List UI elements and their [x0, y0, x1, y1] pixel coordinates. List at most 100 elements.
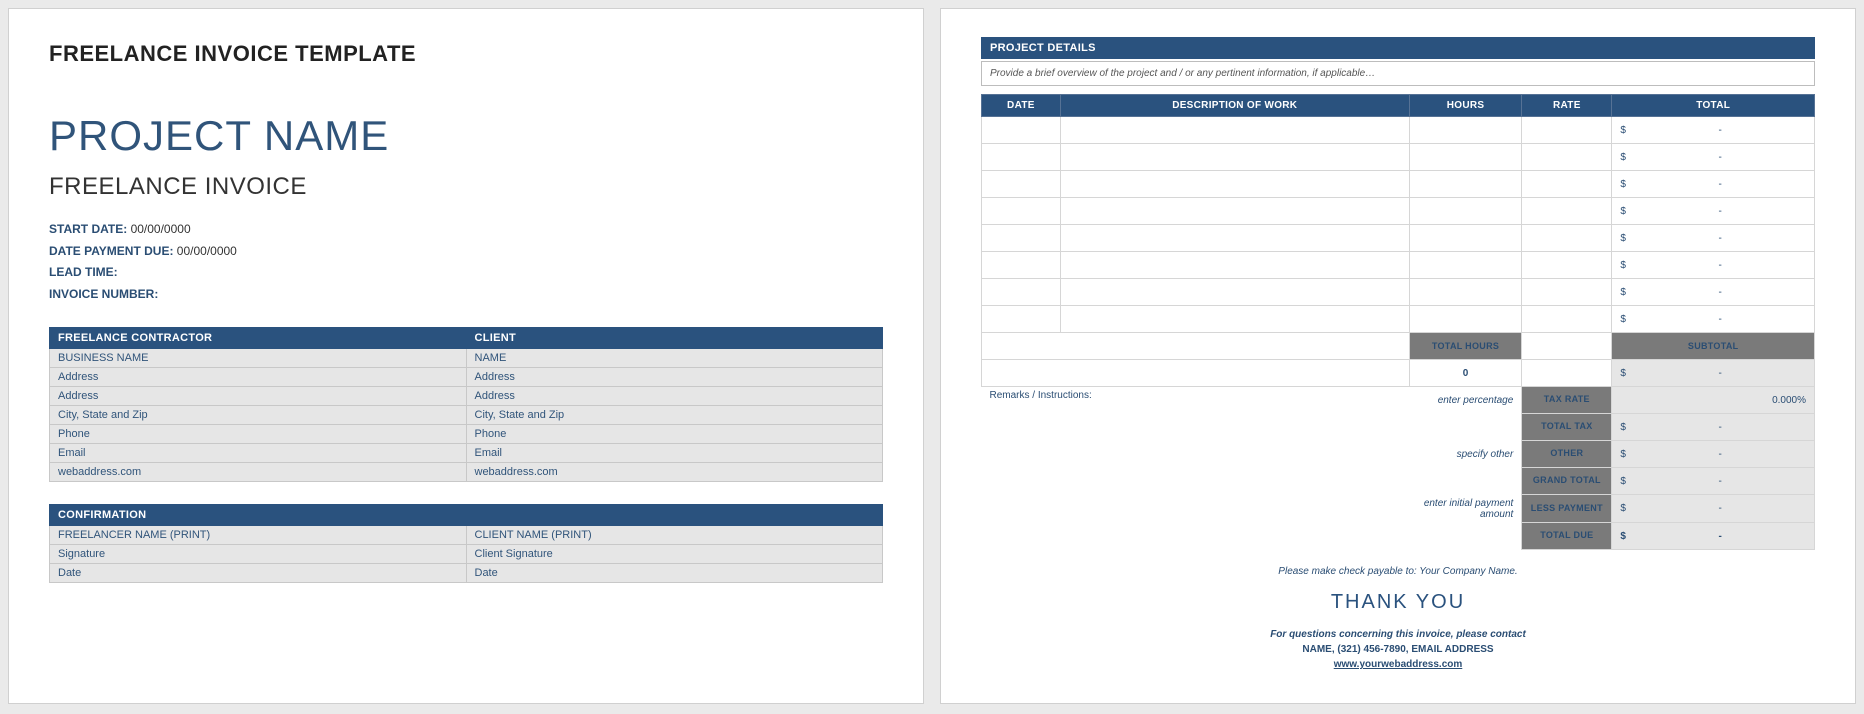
table-cell: Email [466, 444, 883, 463]
table-cell [982, 279, 1061, 306]
table-cell: $- [1612, 306, 1815, 333]
totals-bar-row: TOTAL HOURS SUBTOTAL [982, 333, 1815, 360]
table-row: City, State and ZipCity, State and Zip [50, 406, 883, 425]
table-cell: Signature [50, 545, 467, 564]
parties-table: FREELANCE CONTRACTOR CLIENT BUSINESS NAM… [49, 327, 883, 482]
table-cell [1409, 171, 1522, 198]
col-total: TOTAL [1612, 95, 1815, 117]
table-cell [982, 252, 1061, 279]
other-value: $- [1612, 441, 1815, 468]
col-date: DATE [982, 95, 1061, 117]
table-row: AddressAddress [50, 387, 883, 406]
due-date-value: 00/00/0000 [177, 244, 237, 258]
table-row: $- [982, 306, 1815, 333]
table-cell: BUSINESS NAME [50, 349, 467, 368]
table-cell [1060, 306, 1409, 333]
start-date-label: START DATE: [49, 222, 127, 236]
table-row: FREELANCER NAME (PRINT)CLIENT NAME (PRIN… [50, 526, 883, 545]
table-cell: City, State and Zip [50, 406, 467, 425]
confirmation-table: CONFIRMATION FREELANCER NAME (PRINT)CLIE… [49, 504, 883, 583]
table-row: AddressAddress [50, 368, 883, 387]
table-cell [1060, 198, 1409, 225]
table-cell [1409, 198, 1522, 225]
subtotal-value: $- [1612, 360, 1815, 387]
col-rate: RATE [1522, 95, 1612, 117]
tax-note: enter percentage [1409, 387, 1522, 414]
table-cell: $- [1612, 117, 1815, 144]
table-cell [1522, 117, 1612, 144]
table-cell: $- [1612, 198, 1815, 225]
table-cell: Address [466, 368, 883, 387]
total-hours-label: TOTAL HOURS [1409, 333, 1522, 360]
table-cell [1409, 279, 1522, 306]
confirmation-header: CONFIRMATION [50, 505, 883, 526]
web-address-link[interactable]: www.yourwebaddress.com [1334, 659, 1463, 670]
project-details-header: PROJECT DETAILS [981, 37, 1815, 59]
table-cell: Email [50, 444, 467, 463]
table-cell: webaddress.com [466, 463, 883, 482]
table-row: $- [982, 198, 1815, 225]
table-cell [1522, 252, 1612, 279]
col-hours: HOURS [1409, 95, 1522, 117]
start-date-value: 00/00/0000 [131, 222, 191, 236]
table-cell [1522, 306, 1612, 333]
table-cell [1060, 117, 1409, 144]
total-due-label: TOTAL DUE [1522, 523, 1612, 550]
payable-to: Please make check payable to: Your Compa… [981, 564, 1815, 579]
total-tax-value: $- [1612, 414, 1815, 441]
due-date-label: DATE PAYMENT DUE: [49, 244, 173, 258]
remarks-label: Remarks / Instructions: [982, 387, 1410, 550]
table-cell [1522, 171, 1612, 198]
client-header: CLIENT [466, 328, 883, 349]
table-row: EmailEmail [50, 444, 883, 463]
table-cell [1522, 198, 1612, 225]
table-row: $- [982, 171, 1815, 198]
table-cell: Phone [50, 425, 467, 444]
table-cell [1060, 225, 1409, 252]
table-cell: $- [1612, 171, 1815, 198]
table-row: $- [982, 144, 1815, 171]
invoice-footer: Please make check payable to: Your Compa… [981, 564, 1815, 672]
table-cell [1409, 117, 1522, 144]
project-name: PROJECT NAME [49, 115, 883, 157]
table-cell [982, 225, 1061, 252]
overview-placeholder: Provide a brief overview of the project … [981, 61, 1815, 86]
table-cell: City, State and Zip [466, 406, 883, 425]
tax-rate-label: TAX RATE [1522, 387, 1612, 414]
thank-you: THANK YOU [981, 587, 1815, 617]
table-cell [982, 171, 1061, 198]
table-cell: Date [50, 564, 467, 583]
questions-line-2: NAME, (321) 456-7890, EMAIL ADDRESS [981, 642, 1815, 657]
table-row: SignatureClient Signature [50, 545, 883, 564]
table-cell [1409, 252, 1522, 279]
table-cell: Date [466, 564, 883, 583]
table-row: $- [982, 279, 1815, 306]
table-cell [1522, 225, 1612, 252]
table-cell [982, 198, 1061, 225]
table-cell [1409, 225, 1522, 252]
table-cell: Phone [466, 425, 883, 444]
table-cell [1522, 144, 1612, 171]
invoice-subtitle: FREELANCE INVOICE [49, 173, 883, 201]
table-cell [982, 117, 1061, 144]
table-row: $- [982, 252, 1815, 279]
subtotal-label: SUBTOTAL [1612, 333, 1815, 360]
col-desc: DESCRIPTION OF WORK [1060, 95, 1409, 117]
table-cell [1060, 144, 1409, 171]
table-row: DateDate [50, 564, 883, 583]
table-cell: CLIENT NAME (PRINT) [466, 526, 883, 545]
other-label: OTHER [1522, 441, 1612, 468]
totals-value-row: 0 $- [982, 360, 1815, 387]
total-tax-label: TOTAL TAX [1522, 414, 1612, 441]
table-cell: webaddress.com [50, 463, 467, 482]
table-cell: $- [1612, 225, 1815, 252]
table-cell: NAME [466, 349, 883, 368]
table-cell: Address [50, 368, 467, 387]
table-row: $- [982, 225, 1815, 252]
table-cell: $- [1612, 279, 1815, 306]
table-cell [1060, 252, 1409, 279]
table-cell: Client Signature [466, 545, 883, 564]
invoice-page-1: FREELANCE INVOICE TEMPLATE PROJECT NAME … [8, 8, 924, 704]
grand-total-label: GRAND TOTAL [1522, 468, 1612, 495]
template-title: FREELANCE INVOICE TEMPLATE [49, 41, 883, 67]
